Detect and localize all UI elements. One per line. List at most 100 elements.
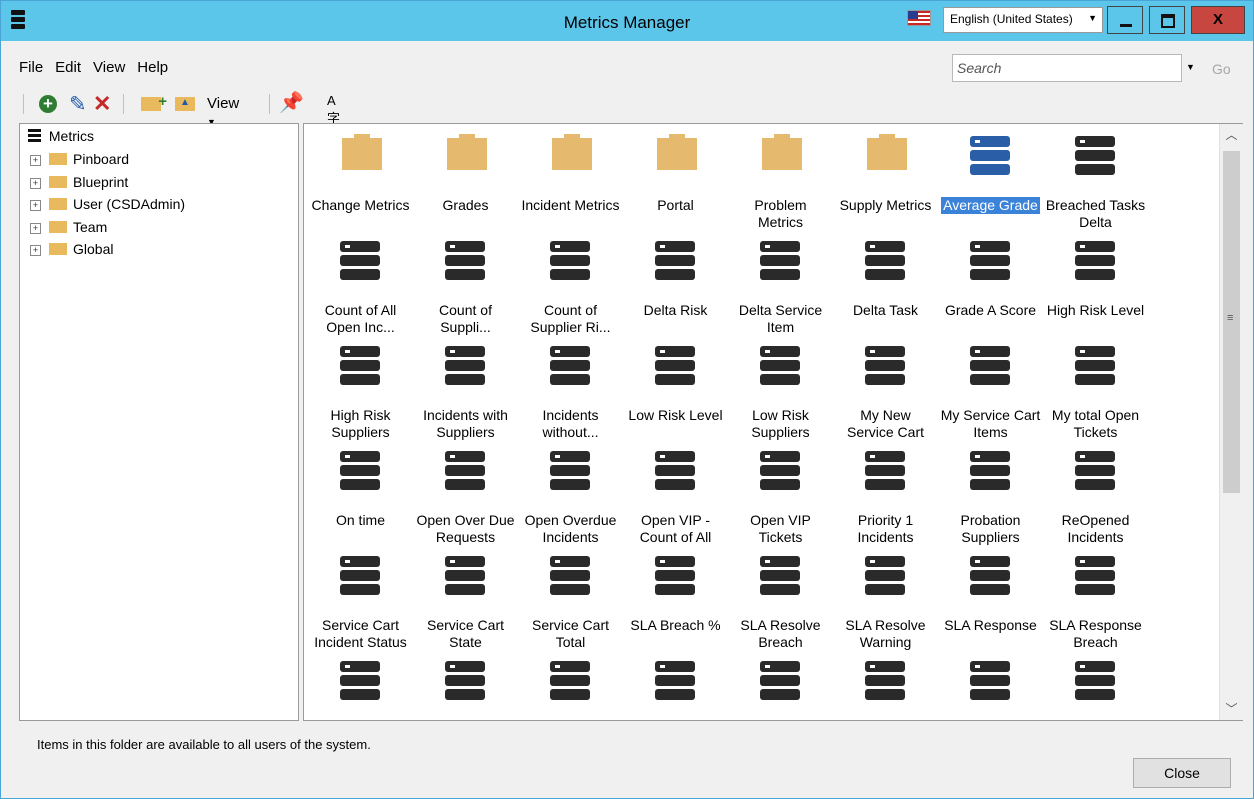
metric-item[interactable]: Count of Supplier Ri... [518,237,623,342]
metric-item[interactable]: Delta Service Item [728,237,833,342]
menu-bar: File Edit View Help [19,59,180,81]
metric-item[interactable]: Average Grade [938,132,1043,237]
metric-item[interactable]: High Risk Suppliers [308,342,413,447]
metric-item[interactable]: SLA Breach % [623,552,728,657]
metric-item[interactable]: Low Risk Level [623,342,728,447]
metric-item[interactable]: Open Over Due Requests [413,447,518,552]
item-label: Incidents without... [542,407,599,440]
metric-item[interactable]: Open Overdue Incidents [518,447,623,552]
database-icon [623,237,728,285]
folder-item[interactable]: Problem Metrics [728,132,833,237]
close-window-button[interactable]: X [1191,6,1245,34]
item-label: Low Risk Suppliers [751,407,810,440]
expand-icon[interactable]: + [30,200,41,211]
search-input[interactable]: Search [952,54,1182,82]
metric-item[interactable]: SLA Resolve Breach [728,552,833,657]
language-select[interactable]: English (United States) ▼ [943,7,1103,33]
metric-item[interactable]: Count of Suppli... [413,237,518,342]
menu-help[interactable]: Help [137,59,168,76]
expand-icon[interactable]: + [30,177,41,189]
metric-item[interactable]: Service Cart Total [518,552,623,657]
folder-item[interactable]: Supply Metrics [833,132,938,237]
metric-item[interactable]: Service Cart State [413,552,518,657]
metric-item[interactable]: Service Cart Incident Status [308,552,413,657]
metric-item[interactable]: SLA Response Breach [1043,552,1148,657]
tree-node-label: Pinboard [73,151,130,167]
metric-item[interactable]: Sum of [938,657,1043,720]
expand-icon[interactable]: + [30,222,41,234]
metric-item[interactable]: Probation Suppliers [938,447,1043,552]
metric-item[interactable]: SLAs [728,657,833,720]
item-label: Open Over Due Requests [416,512,515,545]
delete-icon[interactable]: ✕ [93,91,111,117]
scroll-up-icon[interactable]: ︿ [1220,126,1243,144]
folder-item[interactable]: Change Metrics [308,132,413,237]
metric-item[interactable]: Open VIP - Count of All [623,447,728,552]
new-folder-icon[interactable] [141,93,167,111]
metric-item[interactable]: SLAs on time [623,657,728,720]
metric-item[interactable]: SLA Totals [518,657,623,720]
item-label: Low Risk Level [628,407,723,423]
menu-view[interactable]: View [93,59,125,76]
item-label: ReOpened Incidents [1061,512,1130,545]
search-dropdown-icon[interactable]: ▼ [1186,62,1195,72]
metric-item[interactable]: SLA Response [938,552,1043,657]
folder-item[interactable]: Grades [413,132,518,237]
metric-item[interactable]: On time [308,447,413,552]
tree-node-pinboard[interactable]: + Pinboard [30,151,129,167]
folder-item[interactable]: Incident Metrics [518,132,623,237]
folder-up-icon[interactable] [175,97,195,111]
metric-item[interactable]: My total Open Tickets [1043,342,1148,447]
edit-pencil-icon[interactable]: ✎ [69,92,87,117]
expand-icon[interactable]: + [30,245,41,256]
scroll-down-icon[interactable]: ﹀ [1220,700,1243,718]
tree-node-global[interactable]: + Global [30,241,113,257]
metric-item[interactable]: SLA Times [413,657,518,720]
tree-node-team[interactable]: + Team [30,219,107,235]
item-label: Count of All Open Inc... [324,302,397,335]
folder-icon [833,132,938,180]
metric-item[interactable]: Breached Tasks Delta [1043,132,1148,237]
tree-root[interactable]: Metrics [28,128,94,144]
expand-icon[interactable]: + [30,155,41,166]
metric-item[interactable]: My Service Cart Items [938,342,1043,447]
metric-item[interactable]: Low Risk Suppliers [728,342,833,447]
folder-icon [518,132,623,180]
metric-item[interactable]: Incidents with Suppliers [413,342,518,447]
metric-item[interactable]: Delta Task [833,237,938,342]
toolbar-separator [123,94,124,114]
metrics-list[interactable]: Change Metrics Grades Incident Metrics Port… [303,123,1243,721]
add-icon[interactable]: + [39,95,57,113]
metric-item[interactable]: SLA Resolve Warning [833,552,938,657]
metric-item[interactable]: Count of All Open Inc... [308,237,413,342]
metric-item[interactable]: Grade A Score [938,237,1043,342]
menu-edit[interactable]: Edit [55,59,81,76]
metric-item[interactable]: Supplier [1043,657,1148,720]
database-icon [308,237,413,285]
close-button[interactable]: Close [1133,758,1231,788]
metric-item[interactable]: High Risk Level [1043,237,1148,342]
metric-item[interactable]: SLA Response [308,657,413,720]
title-bar[interactable]: Metrics Manager English (United States) … [1,1,1253,41]
tree-node-blueprint[interactable]: + Blueprint [30,174,128,190]
metric-item[interactable]: Open VIP Tickets [728,447,833,552]
item-label: SLA Resolve Warning [845,617,926,650]
minimize-button[interactable] [1107,6,1143,34]
item-label: Delta Task [852,302,919,318]
metric-item[interactable]: ReOpened Incidents [1043,447,1148,552]
go-button[interactable]: Go [1212,61,1231,77]
metric-item[interactable]: Delta Risk [623,237,728,342]
database-icon [833,237,938,285]
folder-item[interactable]: Portal [623,132,728,237]
folder-tree[interactable]: Metrics + Pinboard + Blueprint + User (CSDAdm… [19,123,299,721]
metric-item[interactable]: My New Service Cart [833,342,938,447]
vertical-scrollbar[interactable]: ︿ ≡ ﹀ [1219,124,1243,720]
maximize-button[interactable] [1149,6,1185,34]
item-label: Count of Suppli... [439,302,492,335]
menu-file[interactable]: File [19,59,43,76]
metric-item[interactable]: Priority 1 Incidents [833,447,938,552]
scroll-thumb[interactable]: ≡ [1223,151,1240,493]
tree-node-user-csdadmin[interactable]: + User (CSDAdmin) [30,196,185,212]
metric-item[interactable]: Incidents without... [518,342,623,447]
metric-item[interactable]: Sum of [833,657,938,720]
